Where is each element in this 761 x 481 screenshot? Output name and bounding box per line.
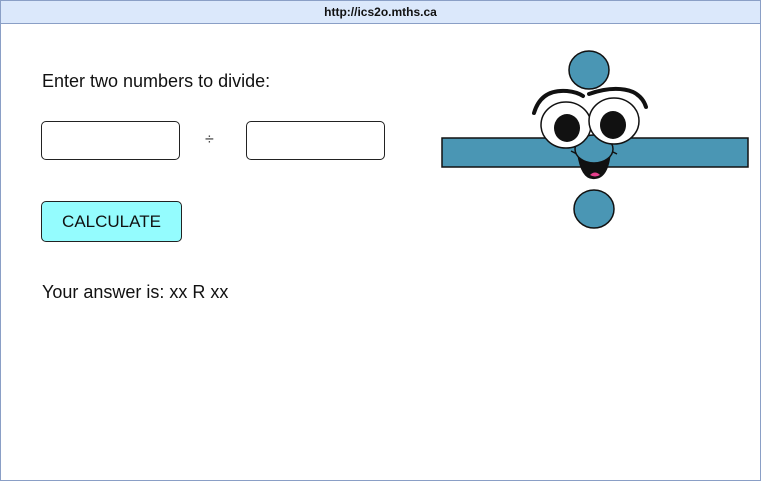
division-sign-face-icon	[441, 50, 749, 229]
answer-text: Your answer is: xx R xx	[42, 282, 229, 302]
first-number-input[interactable]	[41, 121, 180, 160]
top-dot	[568, 50, 610, 90]
bottom-dot	[573, 189, 615, 229]
url-bar: http://ics2o.mths.ca	[1, 1, 760, 24]
calculate-button[interactable]: CALCULATE	[41, 201, 182, 242]
right-pupil	[600, 111, 626, 139]
instruction-label: Enter two numbers to divide:	[42, 71, 271, 91]
browser-window: http://ics2o.mths.ca Enter two numbers t…	[0, 0, 761, 481]
second-number-input[interactable]	[246, 121, 385, 160]
left-pupil	[554, 114, 580, 142]
divide-symbol: ÷	[205, 131, 214, 148]
